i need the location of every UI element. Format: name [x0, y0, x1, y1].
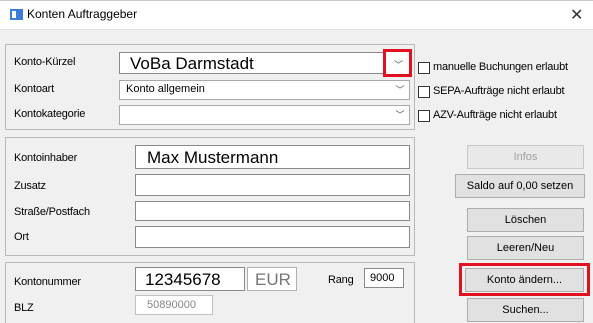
leeren-neu-button[interactable]: Leeren/Neu — [467, 236, 584, 260]
kontokategorie-label: Kontokategorie — [14, 108, 86, 120]
kontokategorie-select[interactable]: ﹀ — [119, 105, 410, 125]
kontoinhaber-field[interactable]: Max Mustermann — [135, 145, 410, 169]
kontonummer-field[interactable]: 12345678 — [135, 267, 245, 291]
konto-aendern-button[interactable]: Konto ändern... — [465, 268, 584, 292]
manuelle-buchungen-checkbox[interactable] — [418, 62, 430, 74]
chevron-down-icon: ﹀ — [395, 85, 405, 95]
strasse-label: Straße/Postfach — [14, 206, 90, 218]
saldo-zuruecksetzen-button[interactable]: Saldo auf 0,00 setzen — [455, 174, 585, 198]
sepa-checkbox[interactable] — [418, 86, 430, 98]
kontoinhaber-label: Kontoinhaber — [14, 152, 78, 164]
close-icon[interactable]: ✕ — [570, 5, 583, 25]
sepa-label: SEPA-Aufträge nicht erlaubt — [433, 85, 565, 97]
manuelle-buchungen-label: manuelle Buchungen erlaubt — [433, 61, 568, 73]
konto-kuerzel-dropdown-button[interactable]: ﹀ — [383, 49, 412, 77]
kontoart-label: Kontoart — [14, 83, 54, 95]
blz-label: BLZ — [14, 302, 34, 314]
suchen-button[interactable]: Suchen... — [467, 298, 584, 322]
strasse-field[interactable] — [135, 201, 410, 221]
zusatz-field[interactable] — [135, 174, 410, 196]
ort-field[interactable] — [135, 226, 410, 248]
azv-checkbox[interactable] — [418, 110, 430, 122]
rang-label: Rang — [328, 274, 354, 286]
currency-field: EUR — [247, 267, 297, 291]
infos-button[interactable]: Infos — [467, 145, 584, 169]
azv-label: AZV-Aufträge nicht erlaubt — [433, 109, 557, 121]
konto-kuerzel-field[interactable]: VoBa Darmstadt — [119, 52, 384, 74]
ort-label: Ort — [14, 231, 29, 243]
window-title: Konten Auftraggeber — [27, 7, 138, 21]
loeschen-button[interactable]: Löschen — [467, 208, 584, 232]
app-icon — [10, 9, 23, 20]
konto-kuerzel-label: Konto-Kürzel — [14, 56, 76, 68]
rang-field[interactable]: 9000 — [364, 268, 404, 288]
blz-field: 50890000 — [135, 295, 213, 315]
kontonummer-label: Kontonummer — [14, 276, 81, 288]
chevron-down-icon: ﹀ — [394, 60, 404, 70]
chevron-down-icon: ﹀ — [395, 110, 405, 120]
kontoart-select[interactable]: Konto allgemein ﹀ — [119, 80, 410, 100]
zusatz-label: Zusatz — [14, 180, 46, 192]
